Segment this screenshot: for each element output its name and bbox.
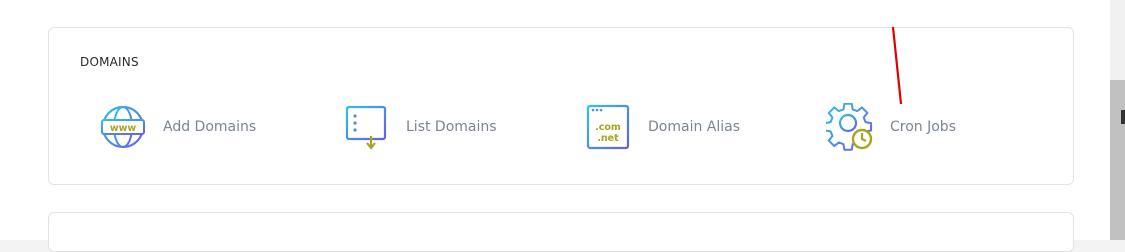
cron-jobs-link[interactable]: Cron Jobs — [826, 102, 956, 152]
page-content: DOMAINS www Add Domains List Domains .co… — [0, 0, 1110, 252]
next-card — [48, 212, 1074, 252]
tile-label: Add Domains — [163, 119, 257, 135]
domains-card: DOMAINS www Add Domains List Domains .co… — [48, 27, 1074, 185]
svg-text:www: www — [110, 123, 137, 134]
scrollbar-edge-marker — [1121, 110, 1125, 124]
section-title: DOMAINS — [80, 55, 139, 69]
tile-label: Cron Jobs — [890, 119, 956, 135]
add-domains-link[interactable]: www Add Domains — [99, 102, 256, 152]
gear-clock-icon — [826, 103, 874, 151]
globe-www-icon: www — [99, 103, 147, 151]
tile-label: List Domains — [406, 119, 497, 135]
list-document-icon — [342, 103, 390, 151]
svg-text:.net: .net — [597, 133, 619, 144]
scrollbar-thumb[interactable] — [1110, 80, 1125, 240]
list-domains-link[interactable]: List Domains — [342, 102, 497, 152]
com-net-window-icon: .com .net — [584, 103, 632, 151]
domain-alias-link[interactable]: .com .net Domain Alias — [584, 102, 740, 152]
tile-label: Domain Alias — [648, 119, 741, 135]
svg-text:.com: .com — [595, 122, 621, 133]
